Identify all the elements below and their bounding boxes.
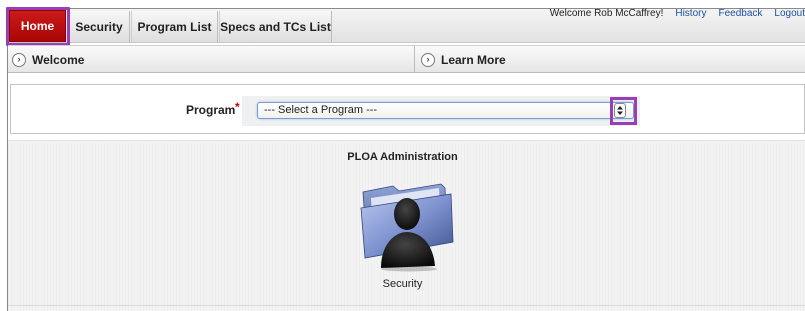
tab-security[interactable]: Security <box>68 11 130 42</box>
welcome-section-header[interactable]: › Welcome <box>12 46 412 73</box>
security-item-label: Security <box>382 278 423 290</box>
learn-more-section-label: Learn More <box>441 52 506 67</box>
program-label: Program <box>186 103 236 117</box>
security-folder-graphic <box>360 183 454 272</box>
welcome-message: Welcome Rob McCaffrey! <box>549 8 664 19</box>
learn-more-section-header[interactable]: › Learn More <box>414 46 805 73</box>
header-links: Welcome Rob McCaffrey! History Feedback … <box>550 9 805 21</box>
user-folder-icon[interactable] <box>355 172 458 272</box>
program-select[interactable]: --- Select a Program --- <box>257 102 634 119</box>
chevron-right-icon: › <box>12 52 26 67</box>
admin-title: PLOA Administration <box>347 151 458 163</box>
tab-home[interactable]: Home <box>9 10 66 42</box>
tab-specs-and-tcs-list[interactable]: Specs and TCs List <box>219 11 332 42</box>
history-link[interactable]: History <box>675 9 706 21</box>
chevron-right-icon: › <box>421 52 435 67</box>
logout-link[interactable]: Logout <box>774 9 805 21</box>
feedback-link[interactable]: Feedback <box>718 9 762 21</box>
welcome-section-label: Welcome <box>32 52 85 67</box>
up-down-arrows-glyph <box>617 106 623 115</box>
required-marker: * <box>235 100 240 114</box>
section-header-bar: › Welcome › Learn More <box>8 45 805 73</box>
tab-program-list[interactable]: Program List <box>131 11 218 42</box>
admin-area-bottom-border <box>8 305 805 306</box>
app-window: Home Security Program List Specs and TCs… <box>0 0 805 311</box>
up-down-arrows-icon[interactable] <box>614 103 626 118</box>
